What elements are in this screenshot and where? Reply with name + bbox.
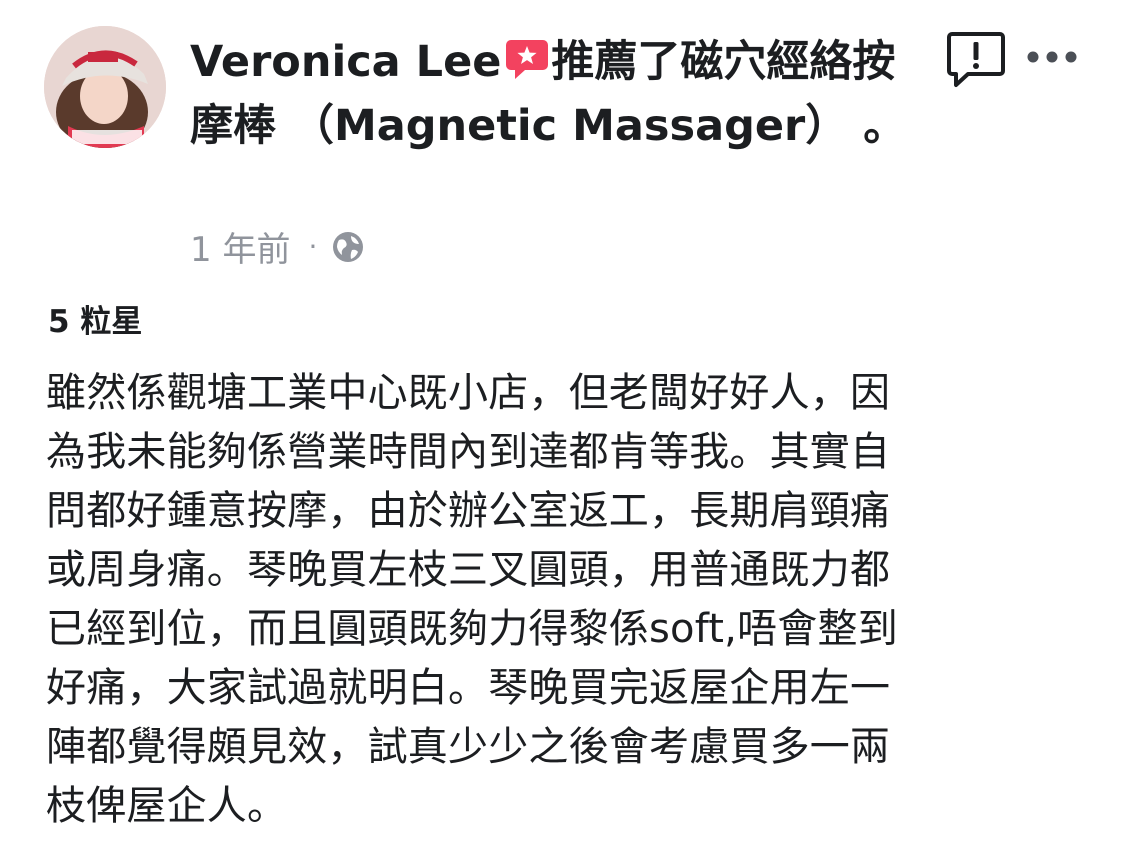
- post-headline: Veronica Lee 推薦了磁穴經絡按摩棒 （Magnetic Massag…: [190, 30, 910, 158]
- post-time[interactable]: 1 年前: [190, 222, 290, 271]
- meta-separator: ·: [308, 230, 318, 263]
- avatar-image: [44, 26, 166, 148]
- globe-icon[interactable]: [331, 230, 365, 264]
- author-name[interactable]: Veronica Lee: [190, 37, 501, 87]
- avatar[interactable]: [44, 26, 166, 148]
- post-header: Veronica Lee 推薦了磁穴經絡按摩棒 （Magnetic Massag…: [190, 30, 910, 158]
- more-icon[interactable]: [1026, 42, 1078, 72]
- star-rating: 5 粒星: [48, 304, 143, 340]
- review-text: 雖然係觀塘工業中心既小店，但老闆好好人，因 為我未能夠係營業時間內到達都肯等我。…: [46, 370, 898, 829]
- post-meta: 1 年前 ·: [190, 222, 365, 271]
- report-icon[interactable]: [946, 30, 1006, 90]
- recommend-icon: [506, 40, 549, 79]
